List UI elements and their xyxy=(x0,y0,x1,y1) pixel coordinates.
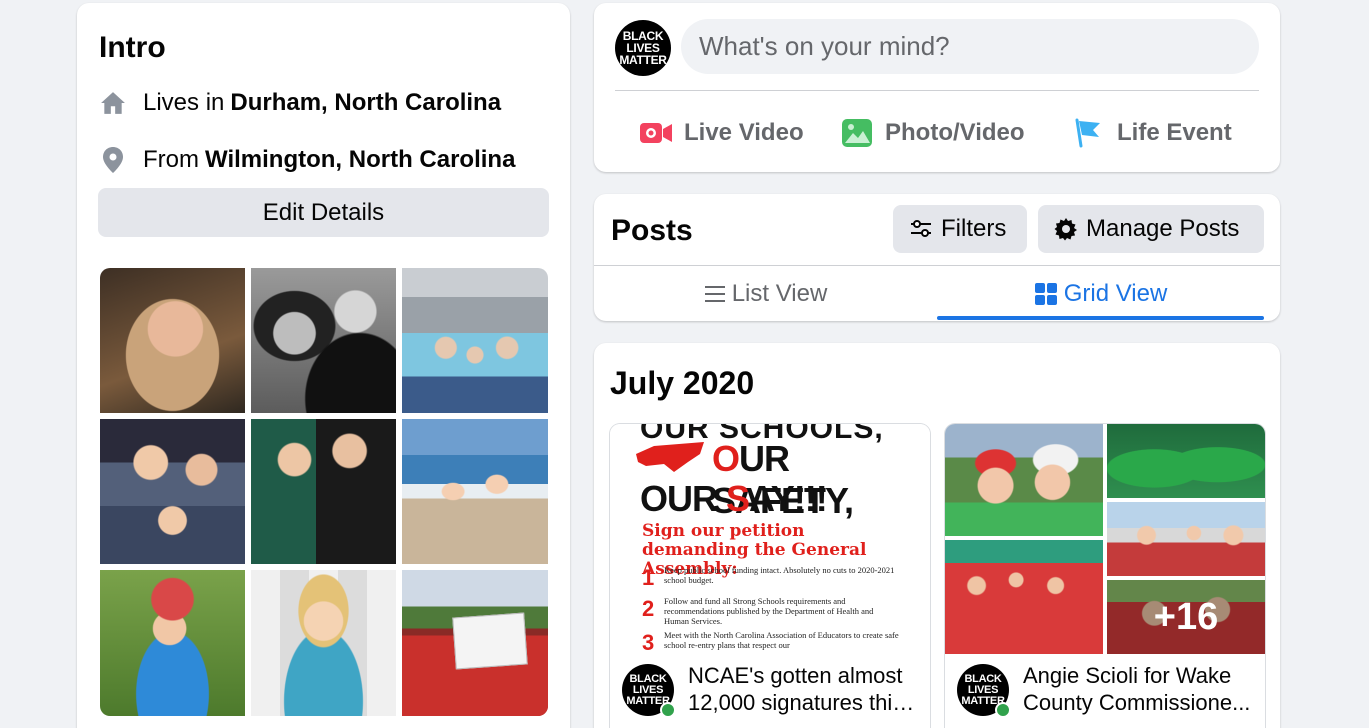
lives-in-prefix: Lives in xyxy=(143,89,225,116)
photo-icon xyxy=(839,117,875,149)
gear-icon xyxy=(1054,217,1078,241)
tile2-avatar-text-1: BLACK xyxy=(964,672,1002,685)
life-event-label: Life Event xyxy=(1117,119,1232,146)
tile1-avatar-text-2: LIVES xyxy=(632,683,664,696)
filters-icon xyxy=(909,219,933,239)
flyer-item-3-text: Meet with the North Carolina Association… xyxy=(664,630,899,650)
post-preview-line-2: County Commissione... xyxy=(1023,690,1251,715)
flyer-item-1-num: 1 xyxy=(642,565,655,590)
photo-5[interactable] xyxy=(251,419,396,564)
flyer-item-3: 3 Meet with the North Carolina Associatio… xyxy=(642,630,899,654)
post-preview-line-1: Angie Scioli for Wake xyxy=(1023,663,1232,688)
posts-title: Posts xyxy=(611,214,693,247)
grid-icon xyxy=(1034,282,1058,306)
profile-avatar[interactable]: BLACK LIVES MATTER xyxy=(615,20,671,76)
manage-posts-label: Manage Posts xyxy=(1086,215,1240,242)
collage-photo-5: +16 xyxy=(1107,580,1265,654)
collage-photo-4 xyxy=(1107,502,1265,576)
lives-in-row: Lives in Durham, North Carolina xyxy=(99,89,501,117)
flyer-item-2-num: 2 xyxy=(642,596,655,621)
collage-photo-2 xyxy=(1107,424,1265,498)
active-tab-indicator xyxy=(937,316,1264,320)
flyer-item-1: 1 Keep public school funding intact. Abso… xyxy=(642,565,899,591)
flyer-line-2: OUR SAY!!! xyxy=(640,478,828,520)
post-preview-text: NCAE's gotten almost 12,000 signatures t… xyxy=(688,662,920,716)
intro-card: Intro Lives in Durham, North Carolina Fr… xyxy=(77,3,570,728)
filters-label: Filters xyxy=(941,215,1007,242)
photo-9[interactable] xyxy=(402,570,548,716)
photo-video-button[interactable]: Photo/Video xyxy=(839,111,1025,155)
post-tile-2[interactable]: +16 BLACK LIVES MATTER Angie Scioli for … xyxy=(945,424,1265,728)
flag-icon xyxy=(1071,117,1107,149)
flyer-line-2-c: AY!!! xyxy=(749,478,828,519)
photo-1[interactable] xyxy=(100,268,245,413)
status-input[interactable]: What's on your mind? xyxy=(681,19,1259,74)
post-preview-line-2: 12,000 signatures this... xyxy=(688,690,920,715)
edit-details-button[interactable]: Edit Details xyxy=(98,188,549,237)
flyer-item-2: 2 Follow and fund all Strong Schools requ… xyxy=(642,596,899,626)
posts-header-card: Posts Filters Manage Posts List View Gri… xyxy=(594,194,1280,321)
life-event-button[interactable]: Life Event xyxy=(1071,111,1232,155)
photo-7[interactable] xyxy=(100,570,245,716)
online-status-dot xyxy=(995,702,1011,718)
from-place[interactable]: Wilmington, North Carolina xyxy=(205,146,515,174)
flyer-line-2-a: OUR xyxy=(640,478,726,519)
post-preview-text: Angie Scioli for Wake County Commissione… xyxy=(1023,662,1255,716)
month-heading: July 2020 xyxy=(610,365,755,401)
posts-grid-card: July 2020 OUR SCHOOLS, OUR SAFETY, OUR S… xyxy=(594,343,1280,728)
photo-3[interactable] xyxy=(402,268,548,413)
composer-card: BLACK LIVES MATTER What's on your mind? … xyxy=(594,3,1280,172)
photo-8[interactable] xyxy=(251,570,396,716)
more-photos-count: +16 xyxy=(1107,580,1265,654)
live-video-button[interactable]: Live Video xyxy=(638,111,804,155)
collage-photo-3 xyxy=(945,540,1103,654)
photo-collage: +16 xyxy=(945,424,1265,654)
tab-list-view[interactable]: List View xyxy=(594,266,937,321)
live-video-label: Live Video xyxy=(684,119,804,146)
grid-view-label: Grid View xyxy=(1063,279,1168,307)
photo-2[interactable] xyxy=(251,268,396,413)
tile1-avatar-text-1: BLACK xyxy=(629,672,667,685)
flyer-item-2-text: Follow and fund all Strong Schools requi… xyxy=(664,596,874,626)
tab-grid-view[interactable]: Grid View xyxy=(937,266,1264,321)
list-view-label: List View xyxy=(731,279,828,307)
from-prefix: From xyxy=(143,146,199,173)
home-icon xyxy=(99,89,127,117)
flyer-item-3-num: 3 xyxy=(642,630,655,654)
flyer-line-2-red: S xyxy=(726,478,750,519)
live-video-icon xyxy=(638,117,674,149)
online-status-dot xyxy=(660,702,676,718)
petition-flyer-image: OUR SCHOOLS, OUR SAFETY, OUR SAY!!! Sign… xyxy=(610,424,930,654)
tile2-avatar-text-2: LIVES xyxy=(967,683,999,696)
from-row: From Wilmington, North Carolina xyxy=(99,146,515,174)
post-preview-line-1: NCAE's gotten almost xyxy=(688,663,903,688)
photo-6[interactable] xyxy=(402,419,548,564)
intro-title: Intro xyxy=(99,31,166,64)
list-icon xyxy=(704,284,726,304)
avatar-text-3: MATTER xyxy=(619,53,667,67)
flyer-item-1-text: Keep public school funding intact. Absol… xyxy=(664,565,895,585)
location-pin-icon xyxy=(99,146,127,174)
collage-photo-1 xyxy=(945,424,1103,536)
post-tile-1[interactable]: OUR SCHOOLS, OUR SAFETY, OUR SAY!!! Sign… xyxy=(610,424,930,728)
nc-state-shape xyxy=(636,442,704,472)
photo-video-label: Photo/Video xyxy=(885,119,1025,146)
photo-4[interactable] xyxy=(100,419,245,564)
lives-in-place[interactable]: Durham, North Carolina xyxy=(230,89,501,117)
manage-posts-button[interactable]: Manage Posts xyxy=(1038,205,1264,253)
composer-divider xyxy=(615,90,1259,91)
flyer-line-1-red: O xyxy=(712,438,740,479)
photo-grid xyxy=(100,268,548,716)
filters-button[interactable]: Filters xyxy=(893,205,1027,253)
